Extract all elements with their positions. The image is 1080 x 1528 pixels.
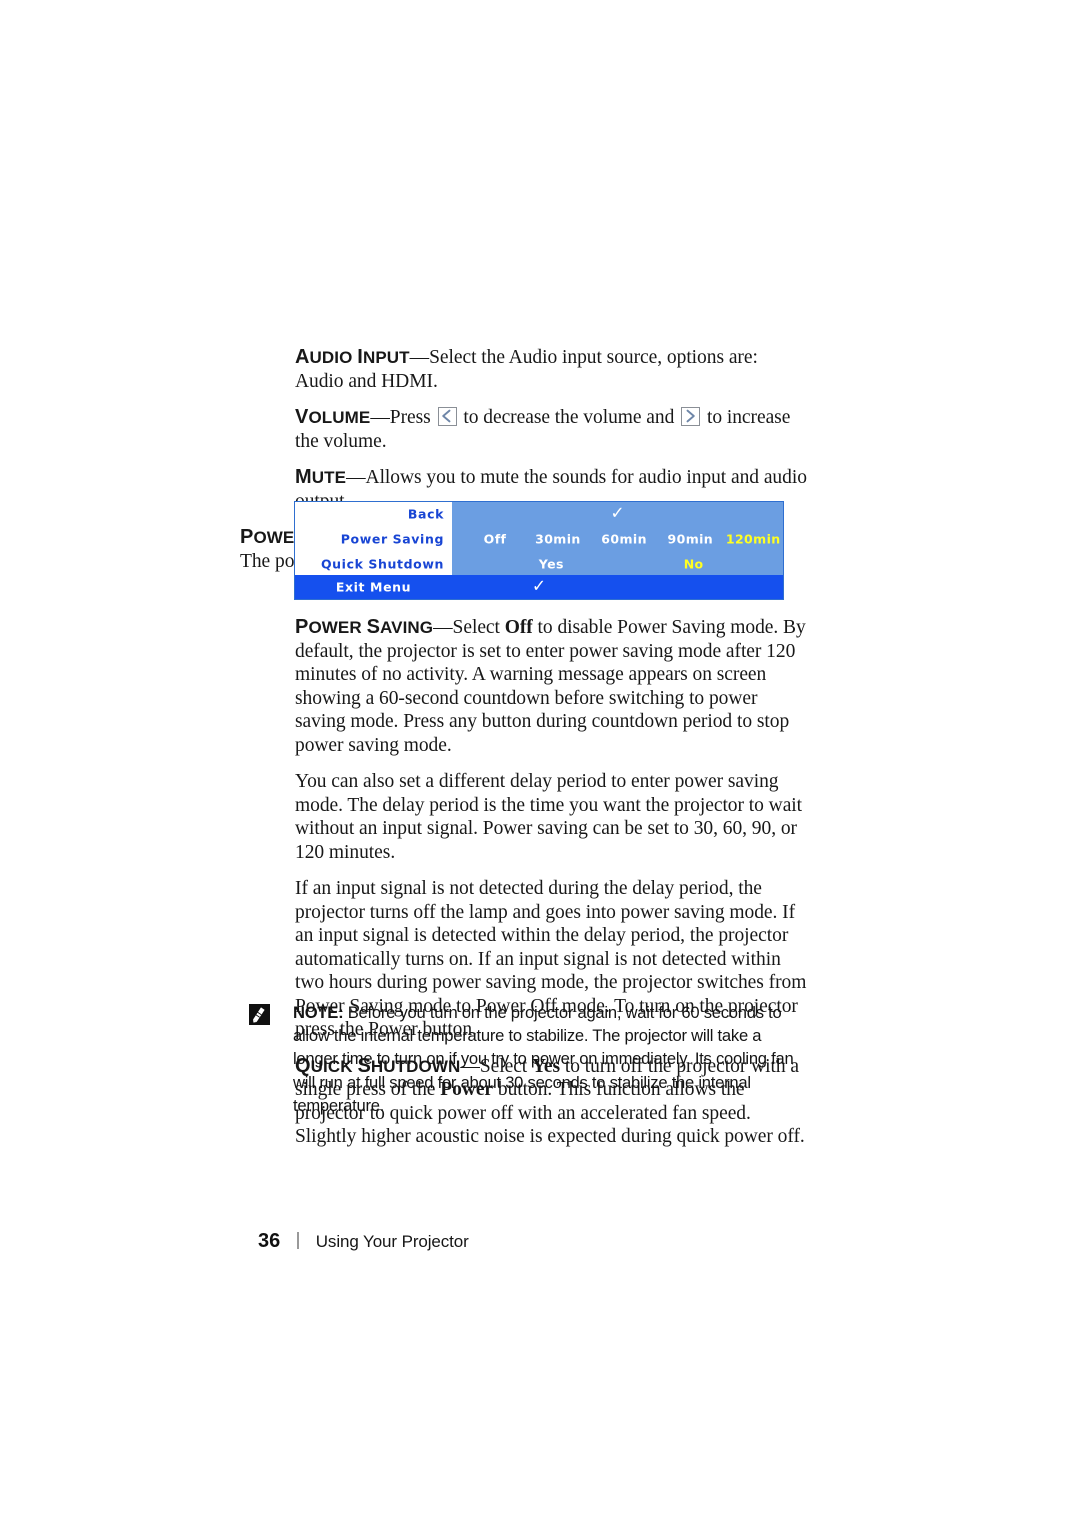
- osd-label-quick-shutdown: Quick Shutdown: [320, 556, 444, 572]
- right-arrow-key-icon: [681, 407, 701, 426]
- term-mute: MUTE: [295, 466, 347, 488]
- osd-power-settings-menu[interactable]: Back Power Saving Quick Shutdown ✓ Off 3…: [294, 501, 784, 600]
- term-rest: UTE: [311, 468, 347, 487]
- term-audio-input: AUDIO INPUT: [295, 346, 410, 368]
- em-dash: —: [370, 407, 390, 428]
- osd-label-power-saving: Power Saving: [340, 531, 444, 547]
- note-text: Before you turn on the projector again, …: [293, 1003, 794, 1115]
- osd-values-quick-shutdown: Yes No: [452, 551, 783, 576]
- paragraph-text-b: to decrease the volume and: [458, 407, 680, 428]
- note-pencil-icon: [249, 1004, 270, 1025]
- osd-option-off[interactable]: Off: [484, 531, 507, 546]
- footer-page-number: 36: [258, 1230, 281, 1252]
- osd-option-30min[interactable]: 30min: [535, 531, 581, 546]
- paragraph-text-a: Press: [389, 407, 436, 428]
- term-rest: OWER: [308, 618, 367, 637]
- paragraph-volume: VOLUME—Press to decrease the volume and …: [295, 406, 808, 453]
- note-block: NOTE: Before you turn on the projector a…: [249, 1001, 809, 1117]
- osd-values-power-saving: Off 30min 60min 90min 120min: [452, 527, 783, 552]
- term-volume: VOLUME: [295, 406, 371, 428]
- term-power-saving: POWER SAVING: [295, 616, 434, 638]
- term-rest: OLUME: [308, 408, 371, 427]
- em-dash: —: [433, 617, 453, 638]
- term-rest-2: NPUT: [362, 348, 410, 367]
- paragraph-text-a: Select: [452, 617, 505, 638]
- term-cap: P: [240, 526, 254, 548]
- em-dash: —: [346, 467, 366, 488]
- osd-row-quick-shutdown[interactable]: Quick Shutdown: [295, 551, 452, 576]
- page-footer: 36 Using Your Projector: [258, 1230, 469, 1253]
- osd-label-exit-menu: Exit Menu: [335, 579, 412, 595]
- footer-section-title: Using Your Projector: [315, 1232, 469, 1251]
- term-rest-2: AVING: [380, 618, 434, 637]
- osd-exit-check-icon[interactable]: ✓: [532, 578, 546, 596]
- note-label: NOTE:: [293, 1003, 344, 1022]
- osd-back-check-icon[interactable]: ✓: [610, 505, 624, 523]
- term-cap: A: [295, 346, 310, 368]
- osd-values-back: ✓: [452, 502, 783, 527]
- term-rest: UDIO: [309, 348, 358, 367]
- em-dash: —: [409, 347, 430, 368]
- osd-row-power-saving[interactable]: Power Saving: [295, 527, 452, 552]
- paragraph-text: You can also set a different delay perio…: [295, 771, 803, 863]
- osd-option-60min[interactable]: 60min: [601, 531, 647, 546]
- paragraph-power-saving: POWER SAVING—Select Off to disable Power…: [295, 616, 808, 757]
- paragraph-audio-input: AUDIO INPUT—Select the Audio input sourc…: [295, 346, 808, 393]
- osd-value-column: ✓ Off 30min 60min 90min 120min Yes No: [452, 502, 783, 576]
- osd-option-no-selected[interactable]: No: [684, 556, 704, 571]
- osd-option-90min[interactable]: 90min: [668, 531, 714, 546]
- emphasis-off: Off: [504, 617, 533, 638]
- term-cap: V: [295, 406, 309, 428]
- term-cap-2: S: [366, 616, 381, 638]
- term-cap: P: [295, 616, 309, 638]
- osd-row-back[interactable]: Back: [295, 502, 452, 527]
- osd-option-yes[interactable]: Yes: [539, 556, 564, 571]
- term-cap: M: [295, 466, 312, 488]
- osd-option-120min-selected[interactable]: 120min: [726, 531, 781, 546]
- osd-label-column: Back Power Saving Quick Shutdown: [295, 502, 452, 576]
- document-page: AUDIO INPUT—Select the Audio input sourc…: [0, 0, 1080, 1528]
- paragraph-delay-period: You can also set a different delay perio…: [295, 770, 808, 864]
- osd-exit-menu-bar[interactable]: Exit Menu ✓: [295, 575, 783, 599]
- footer-divider: [297, 1232, 299, 1249]
- osd-rows: Back Power Saving Quick Shutdown ✓ Off 3…: [295, 502, 783, 576]
- left-arrow-key-icon: [437, 407, 457, 426]
- osd-label-back: Back: [407, 506, 444, 522]
- note-text-wrapper: NOTE: Before you turn on the projector a…: [293, 1001, 809, 1117]
